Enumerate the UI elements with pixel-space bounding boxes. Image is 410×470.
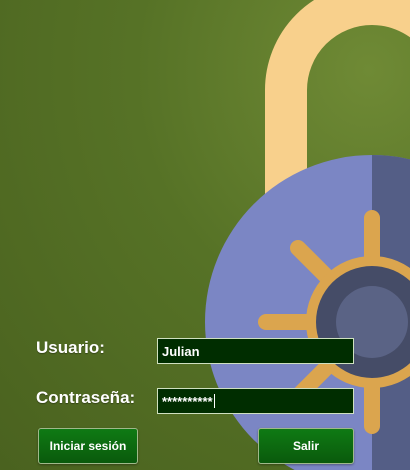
text-cursor: [213, 394, 215, 408]
username-field[interactable]: Julian: [157, 338, 354, 364]
password-mask: **********: [162, 394, 213, 409]
exit-button[interactable]: Salir: [258, 428, 354, 464]
login-button[interactable]: Iniciar sesión: [38, 428, 138, 464]
password-label: Contraseña:: [36, 388, 136, 407]
username-label: Usuario:: [36, 338, 105, 357]
password-field[interactable]: **********: [157, 388, 354, 414]
